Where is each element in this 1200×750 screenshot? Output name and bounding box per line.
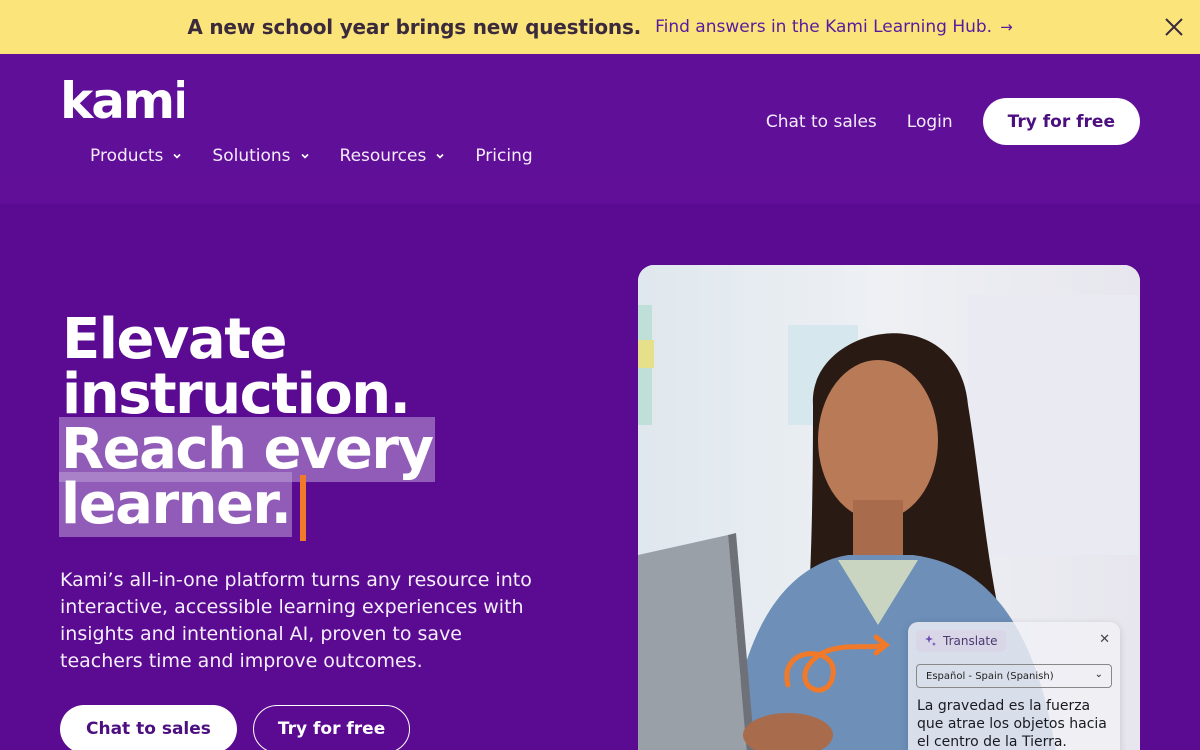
translate-sparkle-icon [925,635,936,646]
login-link[interactable]: Login [907,112,953,132]
hero-photo: Translate ✕ Español - Spain (Spanish) ⌄ … [638,265,1140,750]
banner-link-label: Find answers in the Kami Learning Hub. [655,17,993,37]
nav-item-products[interactable]: Products [90,146,182,166]
translate-chip-label: Translate [943,634,998,648]
chevron-down-icon: ⌄ [1094,669,1103,680]
nav-item-solutions[interactable]: Solutions [212,146,309,166]
chat-to-sales-link[interactable]: Chat to sales [766,112,877,132]
hero-chat-to-sales-button[interactable]: Chat to sales [60,705,237,750]
nav-item-resources[interactable]: Resources [340,146,446,166]
banner-link[interactable]: Find answers in the Kami Learning Hub. → [655,17,1013,37]
nav-item-label: Pricing [475,146,533,166]
arrow-right-icon: → [1000,18,1013,36]
hero-description: Kami’s all-in-one platform turns any res… [60,569,532,672]
translated-text: La gravedad es la fuerza que atrae los o… [917,698,1107,750]
translate-card: Translate ✕ Español - Spain (Spanish) ⌄ … [908,622,1120,750]
chevron-down-icon [436,153,444,159]
hero-buttons: Chat to sales Try for free [60,705,411,750]
hero-try-for-free-button[interactable]: Try for free [252,705,411,750]
hero-title-line: Elevate [62,307,287,372]
nav-item-label: Solutions [212,146,291,166]
site-header: kami Products Solutions Resources Pricin… [0,54,1200,204]
close-icon[interactable]: ✕ [1099,632,1110,647]
nav-item-label: Products [90,146,164,166]
translate-chip[interactable]: Translate [916,630,1006,652]
banner-headline: A new school year brings new questions. [187,15,642,39]
hero-title-line: instruction. [62,362,411,427]
hero-title-highlight: learner. [59,472,293,537]
kami-logo[interactable]: kami [60,76,184,124]
try-for-free-button[interactable]: Try for free [982,98,1140,145]
typing-cursor [300,475,307,541]
close-icon[interactable] [1162,15,1186,39]
language-select-value: Español - Spain (Spanish) [926,670,1054,682]
chevron-down-icon [300,153,309,159]
announcement-banner: A new school year brings new questions. … [0,0,1200,54]
nav-item-pricing[interactable]: Pricing [475,146,532,166]
language-select[interactable]: Español - Spain (Spanish) ⌄ [916,664,1112,688]
header-actions: Chat to sales Login Try for free [766,98,1140,145]
main-nav: Products Solutions Resources Pricing [90,146,533,166]
nav-item-label: Resources [339,146,427,166]
logo-text: kami [60,76,184,124]
chevron-down-icon [173,153,181,159]
hero-title: Elevate instruction. Reach every learner… [59,307,435,541]
